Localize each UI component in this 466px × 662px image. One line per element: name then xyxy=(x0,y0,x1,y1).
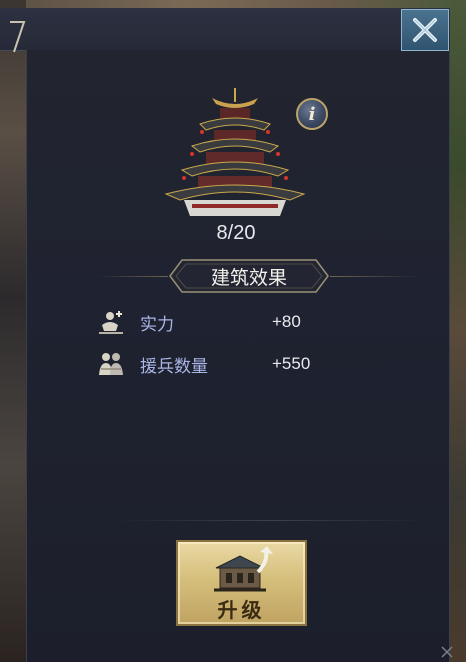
stat-label: 援兵数量 xyxy=(140,356,208,377)
stat-value: +80 xyxy=(272,312,301,331)
upgrade-button[interactable]: 升级 xyxy=(176,540,307,626)
background-scene-right xyxy=(450,0,466,662)
stat-row-reinforcements: 援兵数量 +550 xyxy=(96,347,356,381)
info-icon: i xyxy=(308,103,316,125)
pagoda-tower-icon xyxy=(164,88,306,216)
stat-row-power: 实力 +80 xyxy=(96,305,356,339)
background-scene-top xyxy=(0,0,466,8)
background-scene-left xyxy=(0,0,26,662)
stat-value: +550 xyxy=(272,354,311,373)
info-button[interactable]: i xyxy=(296,98,328,130)
stat-label: 实力 xyxy=(140,314,174,335)
panel-corner-ornament-icon xyxy=(441,646,453,658)
header-ornament-icon xyxy=(10,21,26,53)
close-button[interactable] xyxy=(401,9,449,51)
bottom-divider xyxy=(110,520,430,521)
panel-header xyxy=(0,8,450,53)
section-divider-left xyxy=(96,276,168,277)
section-title-building-effects: 建筑效果 xyxy=(168,258,330,294)
building-upgrade-icon xyxy=(214,546,273,592)
reinforcement-troops-icon xyxy=(99,353,123,375)
upgrade-label: 升级 xyxy=(217,598,266,622)
power-icon xyxy=(99,311,123,334)
building-level: 8/20 xyxy=(216,222,256,244)
close-x-icon xyxy=(413,18,437,42)
section-divider-right xyxy=(330,276,420,277)
